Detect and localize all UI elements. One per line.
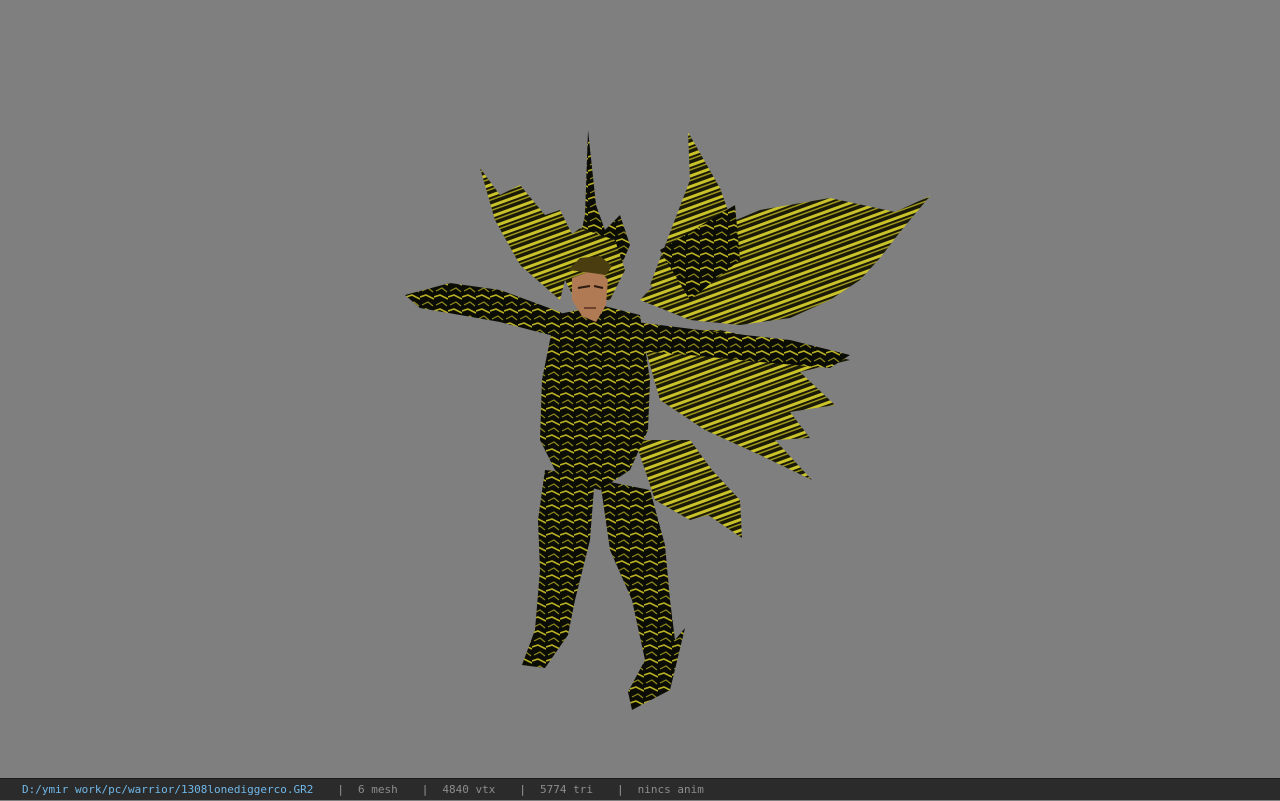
character-model bbox=[405, 130, 930, 710]
vertex-count-label: 4840 vtx bbox=[442, 783, 496, 796]
separator: | bbox=[421, 783, 429, 796]
file-path-label: D:/ymir work/pc/warrior/1308lonediggerco… bbox=[22, 783, 314, 796]
3d-viewport[interactable] bbox=[0, 0, 1280, 778]
separator: | bbox=[519, 783, 527, 796]
separator: | bbox=[617, 783, 624, 796]
separator: | bbox=[337, 783, 345, 796]
animation-status-label: nincs anim bbox=[637, 783, 704, 796]
torso bbox=[540, 305, 650, 490]
wing-right-upper bbox=[640, 132, 930, 325]
status-bar: D:/ymir work/pc/warrior/1308lonediggerco… bbox=[0, 778, 1280, 800]
wing-left bbox=[480, 168, 575, 300]
legs bbox=[522, 470, 685, 710]
triangle-count-label: 5774 tri bbox=[540, 783, 593, 796]
mesh-count-label: 6 mesh bbox=[358, 783, 398, 796]
